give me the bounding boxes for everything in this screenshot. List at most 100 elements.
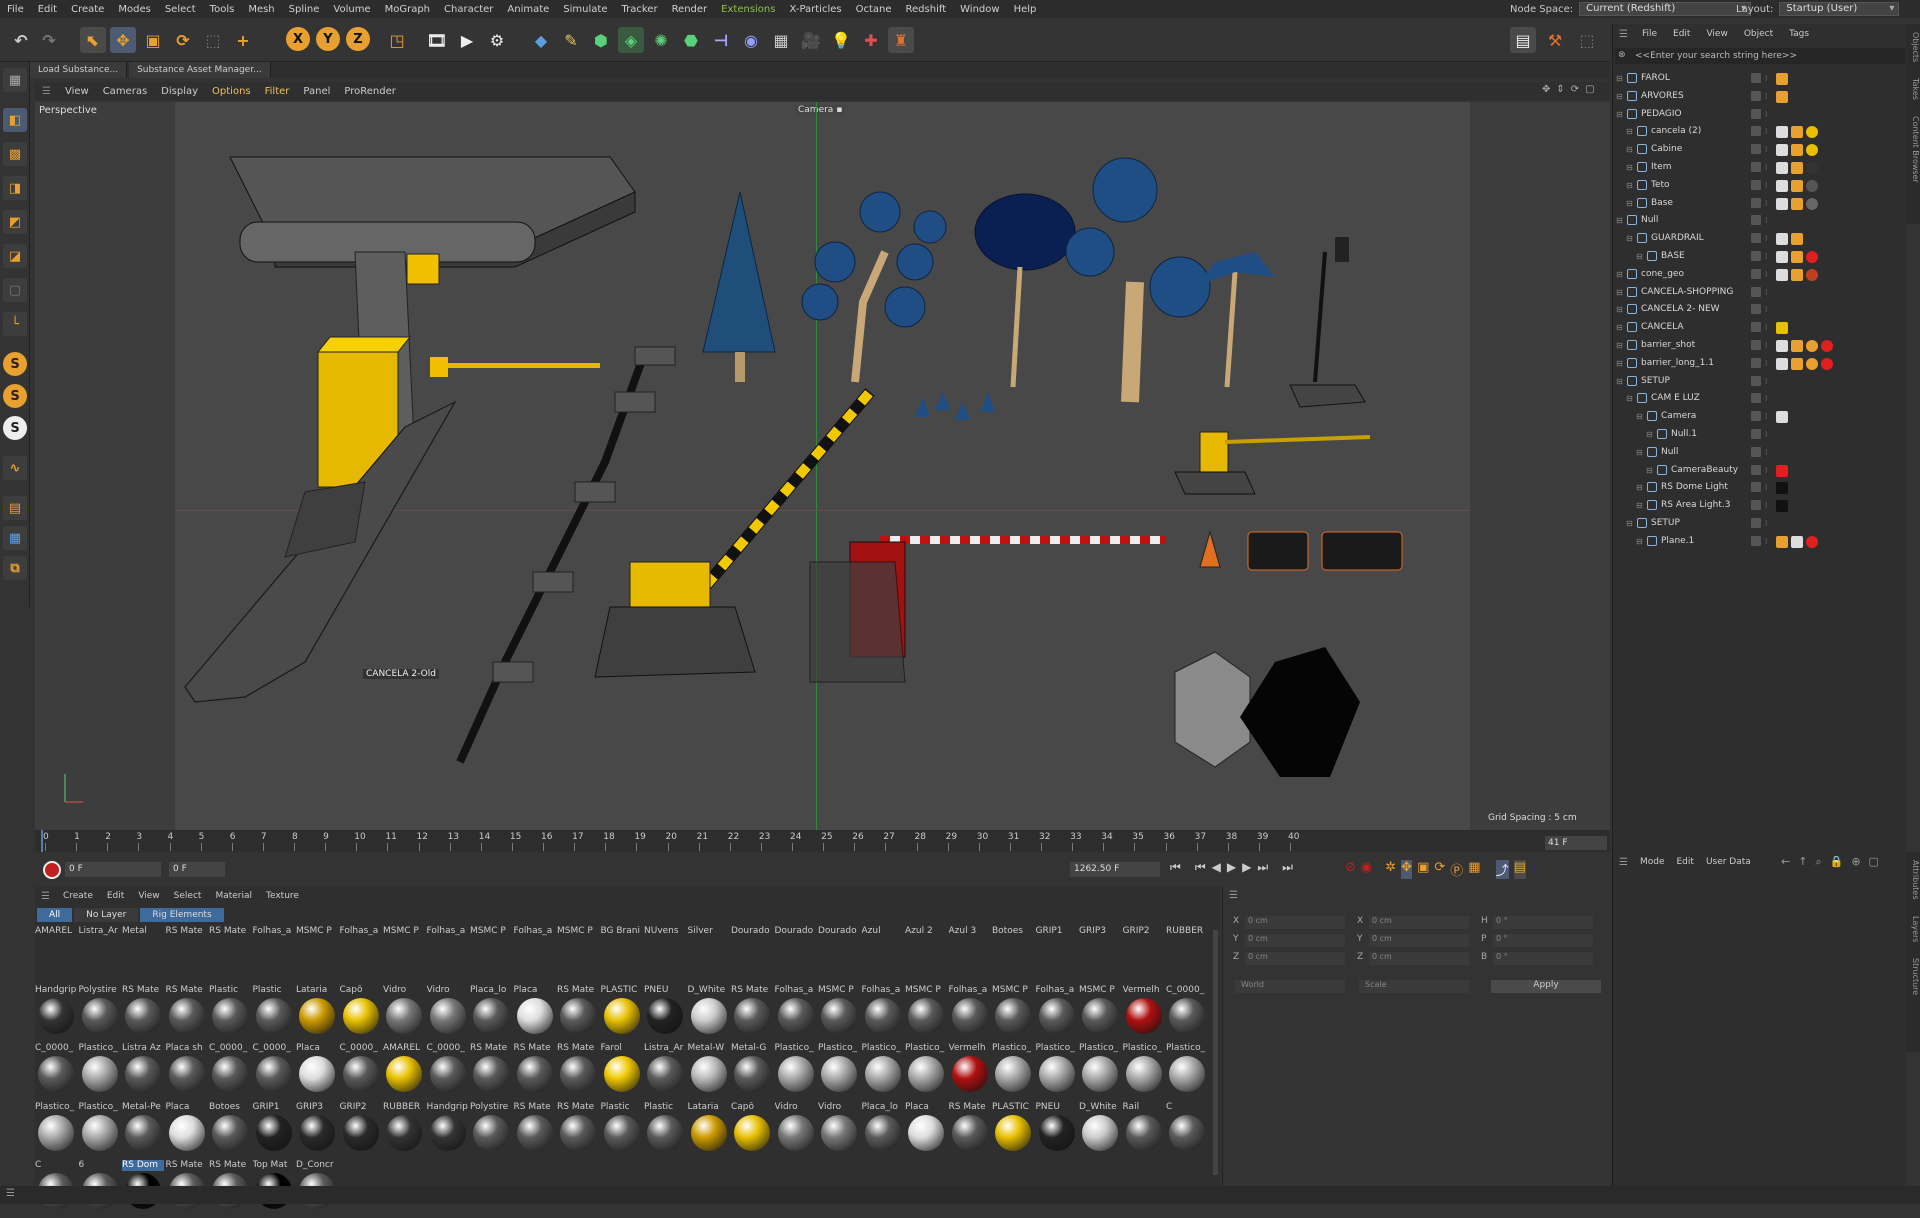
expand-icon[interactable]: ⊟ [1636,444,1643,461]
go-start-icon[interactable]: ⏮ [1170,860,1181,875]
material-swatch[interactable]: Folhas_a [949,985,991,1043]
material-swatch[interactable]: Placa [296,1043,338,1101]
object-search-input[interactable]: <<Enter your search string here>> [1615,48,1905,64]
material-swatch[interactable]: Botoes [209,1102,251,1160]
next-key-icon[interactable]: ⏭ [1257,860,1268,875]
material-tag-icon[interactable] [1791,179,1803,192]
object-row[interactable]: ⊟ cancela (2) ⁝ [1613,123,1907,140]
layer-checkbox[interactable] [1751,322,1761,333]
layer-checkbox[interactable] [1751,233,1761,244]
redo-icon[interactable]: ↷ [36,27,62,53]
render-region-icon[interactable]: 🎞 [424,27,450,53]
material-swatch[interactable]: GRIP2 [1123,926,1165,984]
x-axis-icon[interactable]: X [286,27,310,51]
material-swatch[interactable]: Botoes [992,926,1034,984]
material-tag-icon[interactable] [1806,126,1818,139]
material-tag-icon[interactable] [1821,357,1833,370]
material-swatch[interactable]: Plastic [644,1102,686,1160]
z-size-field[interactable]: 0 cm [1369,952,1469,965]
material-swatch[interactable]: Folhas_a [253,926,295,984]
material-swatch[interactable]: Vidro [427,985,469,1043]
material-swatch[interactable]: RS Mate [949,1102,991,1160]
h-rotation-field[interactable]: 0 ° [1493,916,1593,929]
record-key-icon[interactable]: ⊘ [1345,860,1356,879]
material-tag-icon[interactable] [1791,251,1803,263]
visibility-dots[interactable]: ⁝ [1765,212,1768,229]
attributes-menu-mode[interactable]: Mode [1634,857,1671,867]
object-row[interactable]: ⊟ Camera ⁝ [1613,408,1907,425]
expand-icon[interactable]: ⊟ [1626,177,1633,194]
camera-icon[interactable]: 🎥 [798,27,824,53]
material-menu-material[interactable]: Material [208,891,259,901]
viewport-menu-display[interactable]: Display [154,86,205,97]
layer-checkbox[interactable] [1751,286,1761,297]
material-swatch[interactable]: PNEU [1036,1102,1078,1160]
visibility-dots[interactable]: ⁝ [1765,497,1768,514]
visibility-dots[interactable]: ⁝ [1765,337,1768,354]
material-tag-icon[interactable] [1806,197,1818,210]
object-row[interactable]: ⊟ barrier_shot ⁝ [1613,337,1907,354]
material-swatch[interactable]: RS Mate [470,1043,512,1101]
object-menu-icon[interactable]: ☰ [1613,29,1634,40]
menu-select[interactable]: Select [158,4,203,15]
material-swatch[interactable]: Placa_lo [862,1102,904,1160]
material-swatch[interactable]: C_0000_ [209,1043,251,1101]
material-tag-icon[interactable] [1806,251,1818,263]
viewport-menu-options[interactable]: Options [205,86,258,97]
material-swatch[interactable]: RS Mate [557,1102,599,1160]
up-arrow-icon[interactable]: ↑ [1798,855,1807,869]
object-menu-edit[interactable]: Edit [1665,29,1698,39]
material-tag-icon[interactable] [1776,126,1788,139]
material-tag-icon[interactable] [1791,144,1803,157]
material-swatch[interactable]: Plastico_ [79,1043,121,1101]
layer-checkbox[interactable] [1751,535,1761,546]
autokey-icon[interactable]: ◉ [1361,860,1372,879]
material-swatch[interactable]: Plastico_ [1123,1043,1165,1101]
menu-redshift[interactable]: Redshift [899,4,954,15]
scale-icon[interactable]: ▣ [140,27,166,53]
viewport-menu-prorender[interactable]: ProRender [337,86,402,97]
layer-checkbox[interactable] [1751,500,1761,511]
coordinate-system-icon[interactable]: ◳ [384,27,410,53]
material-swatch[interactable]: RS Mate [209,926,251,984]
object-row[interactable]: ⊟ Null.1 ⁝ [1613,426,1907,443]
status-menu-icon[interactable]: ☰ [6,1188,15,1199]
material-filter-all[interactable]: All [37,908,73,922]
layer-checkbox[interactable] [1751,215,1761,226]
undo-icon[interactable]: ↶ [8,27,34,53]
material-swatch[interactable]: Vidro [775,1102,817,1160]
key-scale-icon[interactable]: ▣ [1417,860,1429,879]
material-tag-icon[interactable] [1791,162,1803,174]
menu-help[interactable]: Help [1007,4,1044,15]
material-tag-icon[interactable] [1821,340,1833,352]
layer-checkbox[interactable] [1751,464,1761,475]
material-swatch[interactable]: GRIP3 [296,1102,338,1160]
deformer-icon[interactable]: ⊣ [708,27,734,53]
key-rotate-icon[interactable]: ⟳ [1434,860,1445,879]
material-tag-icon[interactable] [1806,357,1818,370]
visibility-dots[interactable]: ⁝ [1765,284,1768,301]
cloner-icon[interactable]: ✺ [648,27,674,53]
material-tag-icon[interactable] [1776,268,1788,281]
end-range-field[interactable]: 1262.50 F [1070,862,1160,877]
object-row[interactable]: ⊟ GUARDRAIL ⁝ [1613,230,1907,247]
expand-icon[interactable]: ⊟ [1626,159,1633,176]
material-swatch[interactable]: GRIP1 [1036,926,1078,984]
object-row[interactable]: ⊟ CANCELA ⁝ [1613,319,1907,336]
material-swatch[interactable]: RS Mate [514,1102,556,1160]
menu-simulate[interactable]: Simulate [556,4,614,15]
visibility-dots[interactable]: ⁝ [1765,533,1768,550]
layer-checkbox[interactable] [1751,518,1761,528]
material-swatch[interactable]: MSMC P [1079,985,1121,1043]
visibility-dots[interactable]: ⁝ [1765,373,1768,390]
cube-icon[interactable]: ◆ [528,27,554,53]
object-row[interactable]: ⊟ ARVORES ⁝ [1613,88,1907,105]
p-rotation-field[interactable]: 0 ° [1493,934,1593,947]
material-swatch[interactable]: Plastico_ [1036,1043,1078,1101]
material-swatch[interactable]: Folhas_a [427,926,469,984]
visibility-dots[interactable]: ⁝ [1765,177,1768,194]
material-swatch[interactable]: NUvens [644,926,686,984]
material-tag-icon[interactable] [1791,357,1803,370]
object-row[interactable]: ⊟ BASE ⁝ [1613,248,1907,265]
side-tab-attributes[interactable]: Attributes [1911,858,1920,902]
